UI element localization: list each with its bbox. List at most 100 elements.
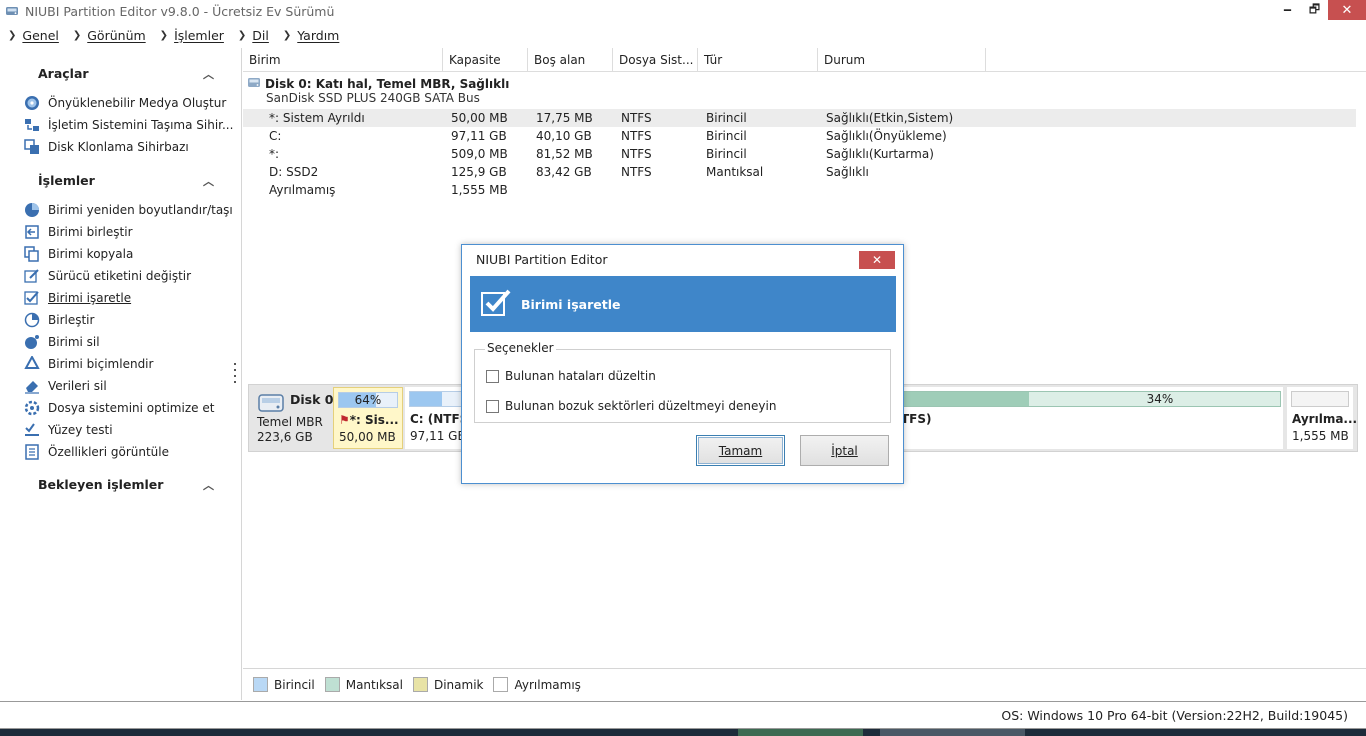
defrag-icon <box>23 311 41 329</box>
app-disk-icon <box>4 3 20 19</box>
usage-bar <box>1291 391 1349 407</box>
surface-test-icon <box>23 421 41 439</box>
chevron-up-icon[interactable]: ︿ <box>203 66 214 82</box>
resize-icon <box>23 201 41 219</box>
tools-section-header[interactable]: Araçlar ︿ <box>38 66 218 82</box>
sidebar-item-change-label[interactable]: Sürücü etiketini değiştir <box>23 267 238 285</box>
sidebar: Araçlar ︿ Önyüklenebilir Medya Oluştur İş… <box>0 48 242 700</box>
sidebar-item-bootable-media[interactable]: Önyüklenebilir Medya Oluştur <box>23 94 238 112</box>
legend: Birincil Mantıksal Dinamik Ayrılmamış <box>243 668 1366 700</box>
legend-unallocated: Ayrılmamış <box>493 677 581 692</box>
usage-bar: 64% <box>338 392 398 408</box>
taskbar-button[interactable] <box>738 729 863 736</box>
close-button[interactable]: ✕ <box>1328 0 1366 20</box>
dialog-close-button[interactable]: ✕ <box>859 251 895 269</box>
legend-primary: Birincil <box>253 677 315 692</box>
delete-icon <box>23 333 41 351</box>
taskbar <box>0 729 1366 736</box>
pending-section-header[interactable]: Bekleyen işlemler ︿ <box>38 477 218 493</box>
sidebar-item-delete[interactable]: Birimi sil <box>23 333 238 351</box>
os-info: OS: Windows 10 Pro 64-bit (Version:22H2,… <box>1001 708 1348 723</box>
sidebar-item-properties[interactable]: Özellikleri görüntüle <box>23 443 238 461</box>
legend-logical: Mantıksal <box>324 677 403 692</box>
sidebar-item-defrag[interactable]: Birleştir <box>23 311 238 329</box>
chevron-up-icon[interactable]: ︿ <box>203 173 214 189</box>
usage-fill <box>900 392 1030 406</box>
sidebar-item-optimize[interactable]: Dosya sistemini optimize et <box>23 399 238 417</box>
menu-dil[interactable]: ❯ Dil <box>238 28 269 43</box>
usage-fill <box>410 392 442 406</box>
table-row[interactable]: C: 97,11 GB 40,10 GB NTFS Birincil Sağlı… <box>243 127 1356 145</box>
sidebar-item-merge[interactable]: Birimi birleştir <box>23 223 238 241</box>
col-header-free[interactable]: Boş alan <box>528 48 613 72</box>
disk-map-name: Disk 0 <box>290 392 334 407</box>
migrate-icon <box>23 116 41 134</box>
fix-bad-sectors-checkbox[interactable]: Bulunan bozuk sektörleri düzeltmeyi dene… <box>486 399 776 413</box>
dialog-title: NIUBI Partition Editor <box>476 252 608 267</box>
disk-model: SanDisk SSD PLUS 240GB SATA Bus <box>266 91 480 105</box>
window-title: NIUBI Partition Editor v9.8.0 - Ücretsiz… <box>25 3 335 19</box>
menu-gorunum[interactable]: ❯ Görünüm <box>73 28 146 43</box>
operations-section-header[interactable]: İşlemler ︿ <box>38 173 218 189</box>
sidebar-item-os-migration[interactable]: İşletim Sistemini Taşıma Sihir... <box>23 116 238 134</box>
table-row[interactable]: *: Sistem Ayrıldı 50,00 MB 17,75 MB NTFS… <box>243 109 1356 127</box>
fix-errors-checkbox[interactable]: Bulunan hataları düzeltin <box>486 369 656 383</box>
edit-icon <box>23 267 41 285</box>
col-header-status[interactable]: Durum <box>818 48 986 72</box>
legend-swatch <box>493 677 509 692</box>
disk-map-size: 223,6 GB <box>257 430 313 444</box>
table-row[interactable]: D: SSD2 125,9 GB 83,42 GB NTFS Mantıksal… <box>243 163 1356 181</box>
legend-swatch <box>324 677 340 692</box>
chevron-down-icon: ❯ <box>72 29 82 41</box>
chevron-down-icon: ❯ <box>159 29 169 41</box>
col-header-type[interactable]: Tür <box>698 48 818 72</box>
partition-block-system[interactable]: 64% ⚑*: Sis... 50,00 MB <box>333 387 403 449</box>
sidebar-item-wipe[interactable]: Verileri sil <box>23 377 238 395</box>
check-icon <box>481 289 513 320</box>
dialog-banner: Birimi işaretle <box>470 276 896 332</box>
table-row[interactable]: *: 509,0 MB 81,52 MB NTFS Birincil Sağlı… <box>243 145 1356 163</box>
partition-block-unallocated[interactable]: Ayrılma... 1,555 MB <box>1287 387 1357 449</box>
title-bar: NIUBI Partition Editor v9.8.0 - Ücretsiz… <box>0 0 1366 22</box>
menu-yardim[interactable]: ❯ Yardım <box>283 28 339 43</box>
chevron-down-icon: ❯ <box>237 29 247 41</box>
flag-icon: ⚑ <box>339 413 350 427</box>
ok-button[interactable]: Tamam <box>696 435 785 466</box>
col-header-capacity[interactable]: Kapasite <box>443 48 528 72</box>
sidebar-item-surface-test[interactable]: Yüzey testi <box>23 421 238 439</box>
sidebar-item-disk-clone[interactable]: Disk Klonlama Sihirbazı <box>23 138 238 156</box>
menu-genel[interactable]: ❯ Genel <box>8 28 59 43</box>
check-icon <box>23 289 41 307</box>
options-group: Seçenekler Bulunan hataları düzeltin Bul… <box>474 341 891 423</box>
menu-islemler[interactable]: ❯ İşlemler <box>160 28 224 43</box>
table-header: Birim Kapasite Boş alan Dosya Sist... Tü… <box>243 48 1366 72</box>
sidebar-item-copy[interactable]: Birimi kopyala <box>23 245 238 263</box>
checkbox-box[interactable] <box>486 369 499 383</box>
clone-icon <box>23 138 41 156</box>
legend-swatch <box>253 677 268 692</box>
disk-map-type: Temel MBR <box>257 415 323 429</box>
col-header-volume[interactable]: Birim <box>243 48 443 72</box>
sidebar-item-resize[interactable]: Birimi yeniden boyutlandır/taşı <box>23 201 238 219</box>
table-row[interactable]: Ayrılmamış 1,555 MB <box>243 181 1356 199</box>
taskbar-button[interactable] <box>880 729 1025 736</box>
partition-label: ⚑*: Sis... <box>339 413 399 427</box>
copy-icon <box>23 245 41 263</box>
format-icon <box>23 355 41 373</box>
cancel-button[interactable]: İptal <box>800 435 889 466</box>
sidebar-item-format[interactable]: Birimi biçimlendir <box>23 355 238 373</box>
status-bar: OS: Windows 10 Pro 64-bit (Version:22H2,… <box>0 701 1366 729</box>
disk-row-header[interactable]: Disk 0: Katı hal, Temel MBR, Sağlıklı <box>247 76 509 92</box>
sidebar-item-check-volume[interactable]: Birimi işaretle <box>23 289 238 307</box>
minimize-button[interactable]: 🗕 <box>1274 0 1301 20</box>
legend-dynamic: Dinamik <box>412 677 483 692</box>
partition-block-d[interactable]: 34% TFS) <box>899 387 1283 449</box>
col-header-filesystem[interactable]: Dosya Sist... <box>613 48 698 72</box>
partition-block-c[interactable]: C: (NTFS) 97,11 GB <box>405 387 474 449</box>
sidebar-splitter-handle[interactable] <box>234 363 237 383</box>
chevron-down-icon: ❯ <box>282 29 292 41</box>
check-volume-dialog: NIUBI Partition Editor ✕ Birimi işaretle… <box>461 244 904 484</box>
maximize-button[interactable]: 🗗 <box>1301 0 1328 20</box>
chevron-up-icon[interactable]: ︿ <box>203 477 214 493</box>
checkbox-box[interactable] <box>486 399 499 413</box>
